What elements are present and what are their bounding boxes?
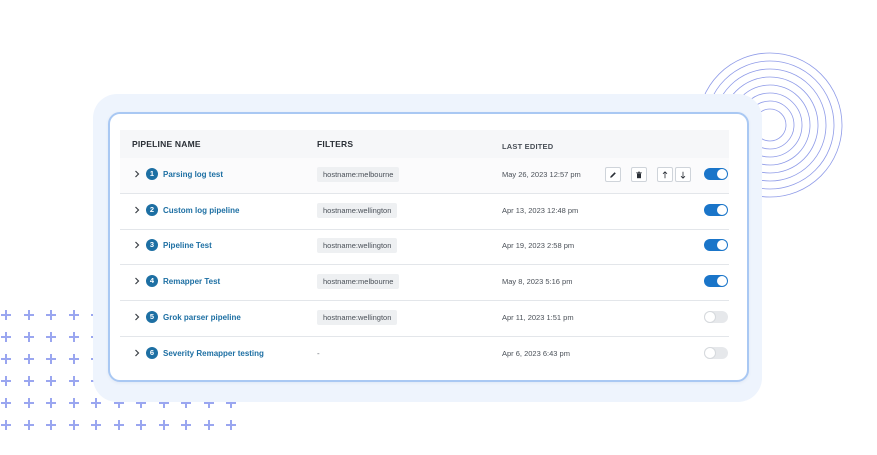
pipeline-index-badge: 1 — [146, 168, 158, 180]
plus-icon — [46, 420, 56, 430]
chevron-right-icon[interactable] — [132, 169, 144, 181]
pipeline-name-link[interactable]: Severity Remapper testing — [163, 349, 264, 358]
plus-icon — [1, 376, 11, 386]
pipeline-enabled-toggle[interactable] — [704, 203, 728, 216]
pipeline-name-link[interactable]: Custom log pipeline — [163, 206, 239, 215]
plus-icon — [46, 332, 56, 342]
chevron-right-icon[interactable] — [132, 312, 144, 324]
pipelines-table-card: PIPELINE NAME FILTERS LAST EDITED 1 Pars… — [108, 112, 749, 382]
plus-icon — [68, 354, 79, 364]
plus-icon — [91, 398, 101, 408]
pencil-icon — [610, 171, 616, 178]
last-edited-timestamp: May 8, 2023 5:16 pm — [502, 277, 573, 287]
plus-icon — [1, 398, 11, 408]
edit-button[interactable] — [605, 167, 621, 182]
table-row[interactable]: 4 Remapper Test hostname:melbourne May 8… — [120, 265, 729, 302]
pipeline-index-badge: 6 — [146, 346, 158, 359]
pipeline-filter: hostname:wellington — [317, 202, 398, 218]
plus-icon — [46, 310, 56, 320]
move-down-button[interactable] — [675, 167, 691, 182]
plus-icon — [46, 398, 56, 408]
toggle-knob — [717, 169, 727, 179]
plus-icon — [68, 420, 79, 430]
plus-icon — [113, 420, 124, 430]
last-edited-timestamp: Apr 11, 2023 1:51 pm — [502, 312, 574, 322]
plus-icon — [181, 420, 191, 430]
pipeline-filter: hostname:melbourne — [317, 167, 400, 182]
table-row[interactable]: 6 Severity Remapper testing - Apr 6, 202… — [120, 337, 729, 372]
pipeline-filter: - — [317, 348, 320, 358]
plus-icon — [23, 376, 34, 386]
chevron-right-icon[interactable] — [132, 348, 144, 360]
table-row[interactable]: 1 Parsing log test hostname:melbourne Ma… — [120, 158, 729, 194]
delete-button[interactable] — [631, 167, 647, 182]
plus-icon — [158, 420, 169, 430]
arrow-up-icon — [662, 170, 668, 178]
column-header-filters: FILTERS — [317, 139, 354, 149]
pipeline-index-badge: 3 — [146, 239, 158, 252]
toggle-knob — [705, 311, 715, 322]
toggle-knob — [705, 347, 715, 358]
last-edited-timestamp: May 26, 2023 12:57 pm — [502, 170, 581, 179]
plus-icon — [23, 398, 34, 408]
chevron-right-icon[interactable] — [132, 276, 144, 288]
pipeline-index-badge: 4 — [146, 275, 158, 288]
table-header: PIPELINE NAME FILTERS LAST EDITED — [120, 130, 729, 158]
last-edited-timestamp: Apr 6, 2023 6:43 pm — [502, 348, 570, 358]
column-header-last-edited: LAST EDITED — [502, 142, 554, 151]
column-header-pipeline-name: PIPELINE NAME — [132, 139, 201, 149]
plus-icon — [1, 332, 11, 342]
toggle-knob — [717, 240, 727, 251]
plus-icon — [23, 354, 34, 364]
pipeline-name-link[interactable]: Grok parser pipeline — [163, 313, 241, 322]
plus-icon — [46, 354, 56, 364]
pipeline-enabled-toggle[interactable] — [704, 310, 728, 323]
pipeline-name-link[interactable]: Pipeline Test — [163, 241, 212, 250]
move-up-button[interactable] — [657, 167, 673, 182]
pipeline-index-badge: 2 — [146, 203, 158, 216]
last-edited-timestamp: Apr 13, 2023 12:48 pm — [502, 205, 579, 215]
table-row[interactable]: 3 Pipeline Test hostname:wellington Apr … — [120, 229, 729, 266]
pipeline-enabled-toggle[interactable] — [704, 168, 728, 180]
pipeline-name-link[interactable]: Parsing log test — [163, 170, 223, 179]
pipeline-enabled-toggle[interactable] — [704, 239, 728, 252]
chevron-right-icon[interactable] — [132, 240, 144, 252]
plus-icon — [46, 376, 56, 386]
pipeline-name-link[interactable]: Remapper Test — [163, 277, 220, 286]
table-row[interactable]: 5 Grok parser pipeline hostname:wellingt… — [120, 301, 729, 337]
plus-icon — [226, 420, 236, 430]
pipeline-filter: hostname:wellington — [317, 309, 398, 325]
plus-icon — [23, 420, 34, 430]
plus-icon — [68, 376, 79, 386]
plus-icon — [1, 354, 11, 364]
plus-icon — [68, 332, 79, 342]
plus-icon — [23, 332, 34, 342]
plus-icon — [23, 310, 34, 320]
pipeline-index-badge: 5 — [146, 310, 158, 323]
toggle-knob — [717, 276, 727, 287]
arrow-down-icon — [680, 171, 686, 179]
plus-icon — [1, 310, 11, 320]
plus-icon — [203, 420, 214, 430]
table-row[interactable]: 2 Custom log pipeline hostname:wellingto… — [120, 194, 729, 230]
trash-icon — [636, 171, 642, 178]
pipeline-filter: hostname:wellington — [317, 238, 398, 254]
pipeline-enabled-toggle[interactable] — [704, 275, 728, 288]
pipeline-filter: hostname:melbourne — [317, 274, 400, 290]
plus-icon — [68, 310, 79, 320]
chevron-right-icon[interactable] — [132, 205, 144, 217]
plus-icon — [68, 398, 79, 408]
plus-icon — [91, 420, 101, 430]
last-edited-timestamp: Apr 19, 2023 2:58 pm — [502, 241, 575, 251]
pipeline-enabled-toggle[interactable] — [704, 346, 728, 359]
plus-icon — [1, 420, 11, 430]
plus-icon — [136, 420, 146, 430]
toggle-knob — [717, 204, 727, 215]
